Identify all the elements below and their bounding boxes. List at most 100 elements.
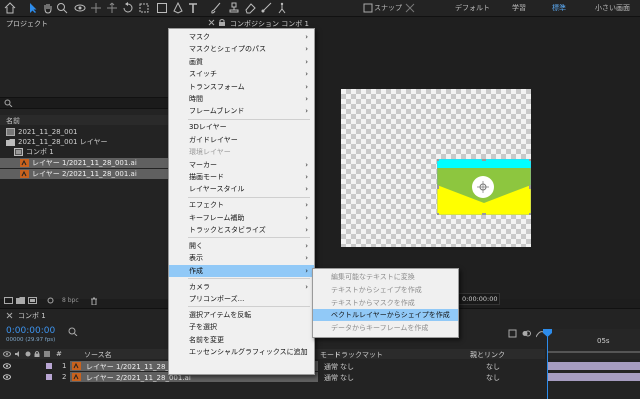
timeline-layer-row[interactable]: 1 レイヤー 1/2021_11_28_001.ai 通常 なし なし [0,361,640,371]
column-name-label[interactable]: 名前 [6,116,20,126]
menu-item[interactable]: トラックとスタビライズ › [169,224,314,236]
menu-item[interactable]: キーフレーム補助 › [169,212,314,224]
submenu-item[interactable]: ベクトルレイヤーからシェイプを作成 [313,309,458,322]
menu-item[interactable]: フレームブレンド › [169,105,314,117]
visibility-eye-icon[interactable] [3,363,11,369]
layer-duration-bar[interactable] [548,373,640,381]
layer-mode[interactable]: 通常 [324,362,338,372]
submenu-item[interactable]: データからキーフレームを作成 [313,322,458,334]
menu-item[interactable]: ガイドレイヤー [169,134,314,146]
menu-item[interactable]: レイヤースタイル › [169,183,314,195]
menu-item[interactable]: カメラ › [169,281,314,293]
menu-item[interactable]: エフェクト › [169,199,314,211]
pan-camera-icon[interactable] [90,2,102,14]
layer-parent[interactable]: なし [486,362,500,372]
transform-handle[interactable] [437,185,439,189]
timeline-tab[interactable]: コンポ 1 [18,311,46,321]
source-name-column-label[interactable]: ソース名 [84,350,112,360]
comp-timecode-field[interactable]: 0:00:00:00 [458,293,500,305]
layer-track-matte[interactable]: なし [340,362,354,372]
rectangle-tool-icon[interactable] [156,2,168,14]
transform-handle[interactable] [437,213,439,215]
pan-behind-tool-icon[interactable] [138,2,150,14]
work-area-bar[interactable] [547,351,640,353]
roto-brush-tool-icon[interactable] [260,2,272,14]
menu-item[interactable]: 選択アイテムを反転 [169,309,314,321]
snap-options-icon[interactable] [404,2,416,14]
solo-icon[interactable] [25,351,31,357]
label-color-icon[interactable] [46,363,52,369]
zoom-tool-icon[interactable] [56,2,68,14]
workspace-standard[interactable]: 標準 [552,3,566,13]
home-icon[interactable] [4,2,16,14]
menu-item[interactable]: 開く › [169,240,314,252]
workspace-learn[interactable]: 学習 [512,3,526,13]
vector-artwork[interactable] [437,159,531,215]
menu-item[interactable]: 子を選択 [169,321,314,333]
transform-handle[interactable] [482,213,486,215]
menu-item[interactable]: 画質 › [169,56,314,68]
transform-handle[interactable] [482,159,486,161]
dolly-camera-icon[interactable] [106,2,118,14]
submenu-item[interactable]: テキストからマスクを作成 [313,297,458,309]
transform-handle[interactable] [529,159,531,161]
menu-item[interactable]: マスク › [169,31,314,43]
menu-item[interactable]: 表示 › [169,252,314,264]
transform-handle[interactable] [529,213,531,215]
trash-icon[interactable] [90,297,98,305]
orbit-camera-icon[interactable] [74,2,86,14]
clone-stamp-tool-icon[interactable] [228,2,240,14]
submenu-item[interactable]: テキストからシェイプを作成 [313,284,458,296]
eye-icon[interactable] [3,351,11,357]
transform-handle[interactable] [529,185,531,189]
interpret-footage-icon[interactable] [4,297,13,304]
close-panel-icon[interactable] [6,312,13,319]
menu-item[interactable]: エッセンシャルグラフィックスに追加 [169,346,314,358]
layer-track-matte[interactable]: なし [340,373,354,383]
rotate-tool-icon[interactable] [122,2,134,14]
eraser-tool-icon[interactable] [244,2,256,14]
puppet-tool-icon[interactable] [276,2,288,14]
layer-mode[interactable]: 通常 [324,373,338,383]
lock-icon[interactable] [34,351,40,357]
timeline-timecode[interactable]: 0:00:00:00 [6,326,55,336]
pen-tool-icon[interactable] [172,2,184,14]
brush-tool-icon[interactable] [210,2,222,14]
submenu-item[interactable]: 編集可能なテキストに変換 [313,271,458,283]
label-icon[interactable] [44,351,50,357]
motion-blur-icon[interactable] [522,329,531,338]
time-ruler[interactable]: 05s [547,329,640,359]
search-icon[interactable] [68,327,78,336]
menu-item[interactable]: マーカー › [169,159,314,171]
parent-link-column-label[interactable]: 親とリンク [470,350,505,360]
close-panel-icon[interactable] [208,19,215,26]
workspace-small-screen[interactable]: 小さい画面 [595,3,630,13]
layer-duration-bar[interactable] [548,362,640,370]
lock-icon[interactable] [218,19,226,26]
menu-item[interactable]: 名前を変更 [169,334,314,346]
new-folder-icon[interactable] [16,297,25,304]
timeline-layer-row[interactable]: 2 レイヤー 2/2021_11_28_001.ai 通常 なし なし [0,372,640,382]
snap-checkbox-icon[interactable] [362,2,374,14]
composition-canvas[interactable] [341,89,531,247]
project-panel-title[interactable]: プロジェクト [6,19,48,29]
menu-item[interactable]: トランスフォーム › [169,81,314,93]
menu-item[interactable]: 時間 › [169,93,314,105]
visibility-eye-icon[interactable] [3,374,11,380]
selection-tool-icon[interactable] [27,2,39,14]
label-color-icon[interactable] [46,374,52,380]
transform-handle[interactable] [437,159,439,161]
track-matte-column-label[interactable]: トラックマット [334,350,383,360]
hand-tool-icon[interactable] [42,2,54,14]
menu-item[interactable]: スイッチ › [169,68,314,80]
playhead-icon[interactable] [543,329,552,337]
layer-parent[interactable]: なし [486,373,500,383]
new-composition-icon[interactable] [28,297,37,304]
audio-icon[interactable] [14,351,22,357]
menu-item[interactable]: プリコンポーズ... [169,293,314,305]
type-tool-icon[interactable] [187,2,199,14]
draft-3d-icon[interactable] [508,329,517,338]
menu-item[interactable]: 3Dレイヤー [169,121,314,133]
menu-item[interactable]: 描画モード › [169,171,314,183]
adjust-project-settings-icon[interactable] [46,297,55,304]
